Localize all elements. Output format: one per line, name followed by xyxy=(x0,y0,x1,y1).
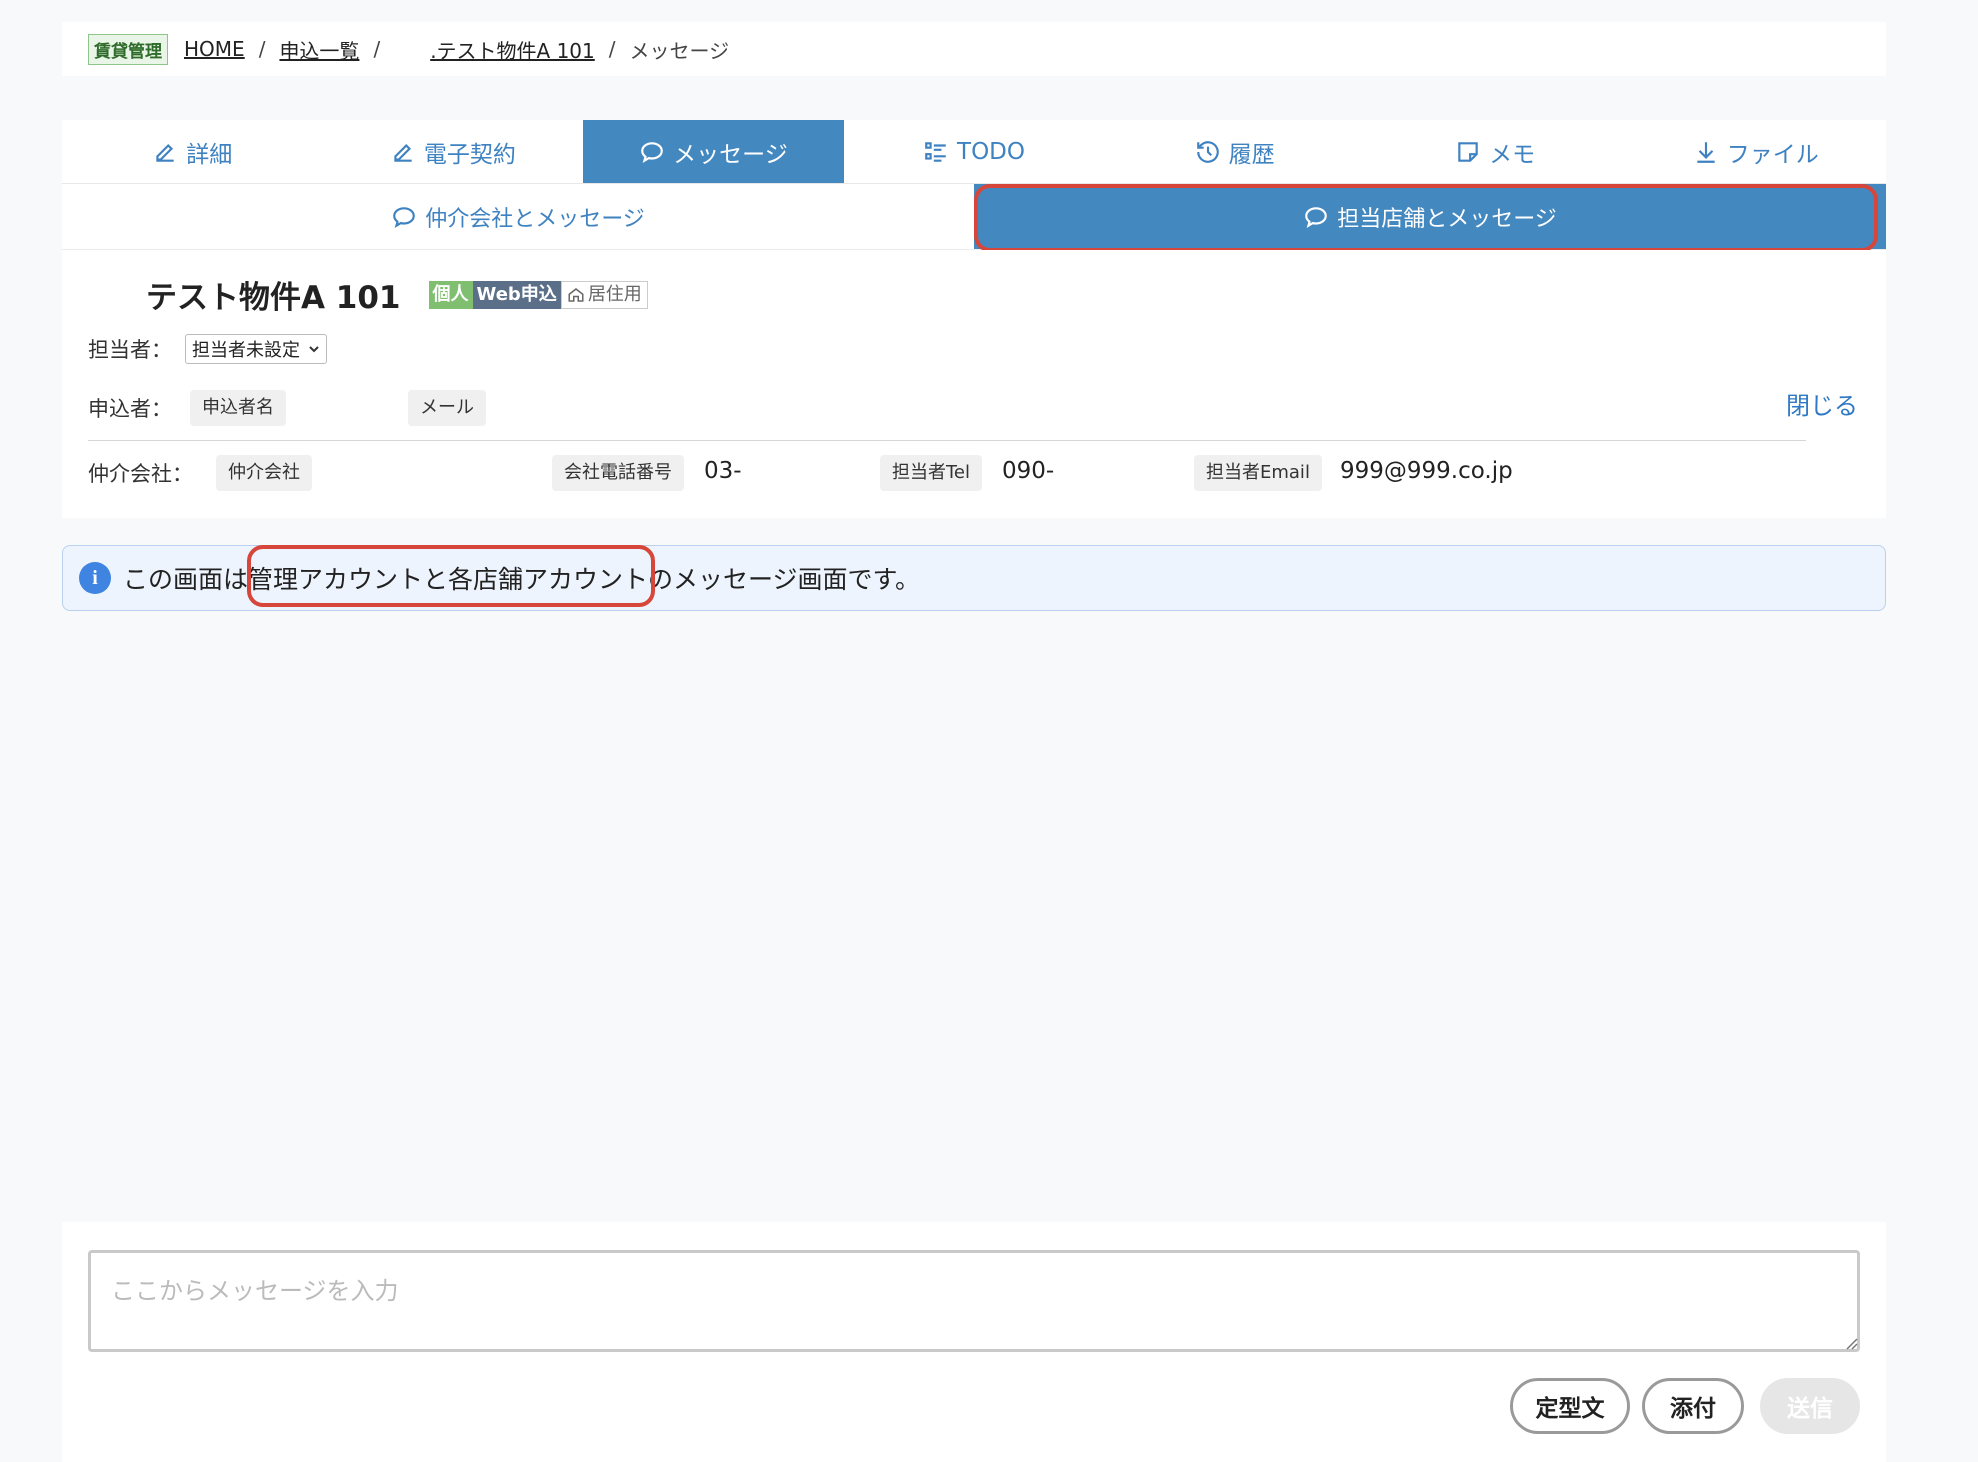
property-header: テスト物件A 101 個人 Web申込 居住用 xyxy=(146,272,648,317)
tab-todo[interactable]: TODO xyxy=(844,120,1105,183)
staff-tel-value: 090- xyxy=(1002,458,1055,484)
tab-label: TODO xyxy=(957,138,1025,165)
breadcrumb-list-link[interactable]: 申込一覧 xyxy=(279,35,359,64)
pencil-icon xyxy=(394,143,412,162)
property-title: テスト物件A 101 xyxy=(146,280,401,316)
tab-message[interactable]: メッセージ xyxy=(583,120,844,183)
close-link[interactable]: 閉じる xyxy=(1786,386,1858,421)
message-input[interactable] xyxy=(88,1250,1860,1352)
applicant-label: 申込者： xyxy=(88,397,172,421)
tag-individual: 個人 xyxy=(428,280,473,309)
tab-memo[interactable]: メモ xyxy=(1365,120,1626,183)
breadcrumb-separator: / xyxy=(608,37,616,61)
message-composer: 定型文 添付 送信 xyxy=(62,1222,1886,1462)
tab-label: メモ xyxy=(1489,141,1536,168)
tab-label: 詳細 xyxy=(186,141,233,168)
tag-label: 居住用 xyxy=(587,283,642,305)
tab-detail[interactable]: 詳細 xyxy=(62,120,323,183)
tab-label: ファイル xyxy=(1726,141,1819,168)
subtab-label: 仲介会社とメッセージ xyxy=(425,206,645,232)
applicant-mail-chip: メール xyxy=(408,390,486,426)
notice-text-post: のメッセージ画面です。 xyxy=(648,565,921,594)
staff-tel-chip: 担当者Tel xyxy=(880,455,983,491)
applicant-name-chip: 申込者名 xyxy=(190,390,286,426)
tab-file[interactable]: ファイル xyxy=(1625,120,1886,183)
tab-e-contract[interactable]: 電子契約 xyxy=(323,120,584,183)
chat-bubble-icon xyxy=(641,141,664,163)
subtab-agency-message[interactable]: 仲介会社とメッセージ xyxy=(62,184,974,249)
tag-residential: 居住用 xyxy=(560,280,648,309)
template-button[interactable]: 定型文 xyxy=(1510,1378,1630,1434)
staff-email-value: 999@999.co.jp xyxy=(1340,458,1513,484)
agency-tel-chip: 会社電話番号 xyxy=(552,455,684,491)
sub-tabs: 仲介会社とメッセージ 担当店舗とメッセージ xyxy=(62,184,1886,250)
agency-company-chip: 仲介会社 xyxy=(216,455,312,491)
house-icon xyxy=(568,287,584,302)
download-icon xyxy=(1697,141,1715,163)
chat-bubble-icon xyxy=(393,206,416,228)
staff-email-chip: 担当者Email xyxy=(1194,455,1322,491)
attach-button[interactable]: 添付 xyxy=(1642,1378,1744,1434)
tab-history[interactable]: 履歴 xyxy=(1104,120,1365,183)
breadcrumb-separator: / xyxy=(373,37,381,61)
chevron-down-icon xyxy=(309,346,319,353)
breadcrumb-home-link[interactable]: HOME xyxy=(184,37,245,61)
subtab-store-message[interactable]: 担当店舗とメッセージ xyxy=(974,184,1886,249)
app-badge: 賃貸管理 xyxy=(88,33,168,65)
tab-label: メッセージ xyxy=(673,141,788,168)
pencil-icon xyxy=(156,143,174,162)
checklist-icon xyxy=(925,141,946,162)
notice-text-highlight: 管理アカウントと各店舗アカウント xyxy=(248,565,649,594)
breadcrumb-separator: / xyxy=(258,37,266,61)
history-icon xyxy=(1196,140,1219,163)
breadcrumb: 賃貸管理 HOME / 申込一覧 / .テスト物件A 101 / メッセージ xyxy=(62,22,1886,76)
agency-label: 仲介会社： xyxy=(88,462,193,486)
agency-tel-value: 03- xyxy=(704,458,742,484)
application-info-card: テスト物件A 101 個人 Web申込 居住用 担当者： 担当者未設定 申込者：… xyxy=(62,250,1886,518)
divider xyxy=(88,440,1806,441)
assignee-select[interactable]: 担当者未設定 xyxy=(185,334,327,364)
chat-bubble-icon xyxy=(1305,206,1328,228)
tag-web-application: Web申込 xyxy=(472,280,561,309)
main-tabs: 詳細 電子契約 メッセージ TODO 履歴 メモ ファイル xyxy=(62,120,1886,184)
send-button[interactable]: 送信 xyxy=(1760,1378,1860,1434)
assignee-label: 担当者： xyxy=(88,338,172,362)
breadcrumb-current: メッセージ xyxy=(629,38,730,63)
info-notice: i この画面は 管理アカウントと各店舗アカウント のメッセージ画面です。 xyxy=(62,545,1886,611)
breadcrumb-property-link[interactable]: .テスト物件A 101 xyxy=(430,35,595,64)
note-icon xyxy=(1458,141,1478,162)
tab-label: 電子契約 xyxy=(423,141,516,168)
info-icon: i xyxy=(79,562,111,594)
tab-label: 履歴 xyxy=(1228,141,1275,168)
assignee-value: 担当者未設定 xyxy=(192,340,300,361)
notice-text-pre: この画面は xyxy=(123,565,249,594)
resize-handle-icon[interactable] xyxy=(1842,1334,1858,1350)
subtab-label: 担当店舗とメッセージ xyxy=(1337,206,1557,232)
